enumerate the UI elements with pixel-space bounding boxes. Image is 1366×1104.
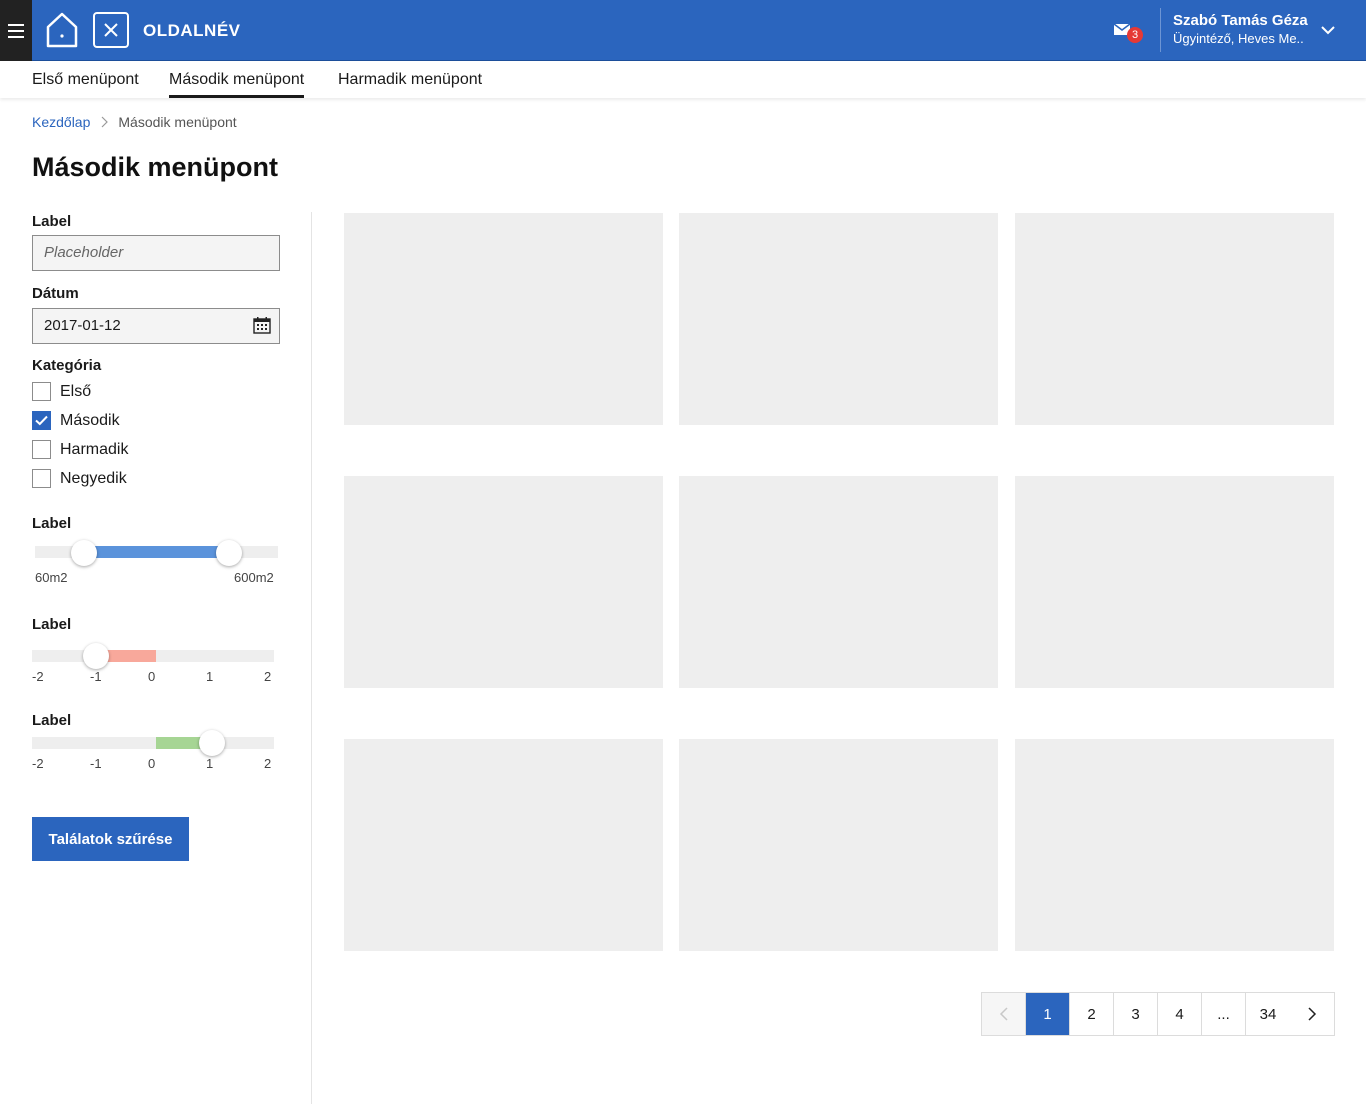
nav-item-first[interactable]: Első menüpont (32, 71, 139, 95)
text-input[interactable]: Placeholder (32, 235, 280, 271)
breadcrumb-current: Második menüpont (118, 114, 237, 130)
positive-slider-tick-label: 2 (264, 756, 272, 771)
category-option[interactable]: Negyedik (32, 469, 127, 488)
pagination-page-button[interactable]: 3 (1114, 993, 1158, 1035)
negative-slider-label: Label (32, 616, 72, 633)
pagination-page-button[interactable]: 1 (1026, 993, 1070, 1035)
range-slider-min-handle[interactable] (70, 540, 97, 566)
category-option[interactable]: Második (32, 411, 120, 430)
category-option[interactable]: Harmadik (32, 440, 128, 459)
header-divider (1160, 8, 1161, 52)
checkbox[interactable] (32, 440, 51, 459)
pagination-page-button[interactable]: 4 (1158, 993, 1202, 1035)
text-field-label: Label (32, 213, 72, 230)
negative-slider-tick-label: -2 (32, 669, 44, 684)
positive-slider-tick-label: -2 (32, 756, 44, 771)
result-card[interactable] (1015, 739, 1334, 951)
nav-item-third[interactable]: Harmadik menüpont (338, 71, 482, 95)
result-card[interactable] (1015, 213, 1334, 425)
breadcrumb: Kezdőlap Második menüpont (32, 114, 237, 130)
chevron-right-icon (101, 116, 109, 128)
result-card[interactable] (1015, 476, 1334, 688)
page-name: OLDALNÉV (143, 21, 241, 40)
user-menu[interactable]: Szabó Tamás Géza Ügyintéző, Heves Me.. (1173, 12, 1308, 46)
positive-slider-label: Label (32, 712, 72, 729)
category-option-label: Harmadik (60, 440, 129, 458)
result-card[interactable] (679, 739, 998, 951)
chevron-right-icon (1308, 1007, 1317, 1021)
checkbox[interactable] (32, 411, 51, 430)
filter-results-button[interactable]: Találatok szűrése (32, 817, 189, 861)
user-name: Szabó Tamás Géza (1173, 12, 1308, 29)
positive-slider-tick-label: -1 (90, 756, 102, 771)
checkbox[interactable] (32, 382, 51, 401)
checkbox[interactable] (32, 469, 51, 488)
calendar-icon[interactable] (253, 317, 271, 334)
positive-slider-handle[interactable] (199, 730, 225, 756)
page-title: Második menüpont (32, 152, 279, 182)
result-card[interactable] (344, 213, 663, 425)
range-slider-max-handle[interactable] (216, 540, 243, 566)
pagination-ellipsis: ... (1202, 993, 1246, 1035)
positive-slider-tick-label: 0 (148, 756, 156, 771)
user-role: Ügyintéző, Heves Me.. (1173, 31, 1304, 46)
hamburger-menu-icon[interactable] (0, 0, 32, 61)
pagination-page-button[interactable]: 2 (1070, 993, 1114, 1035)
date-input[interactable]: 2017-01-12 (32, 308, 280, 344)
pagination-next-button[interactable] (1290, 993, 1334, 1035)
checkmark-icon (35, 415, 48, 426)
close-icon (104, 23, 118, 37)
range-slider-label: Label (32, 515, 72, 532)
nav-item-second[interactable]: Második menüpont (169, 71, 305, 98)
chevron-down-icon[interactable] (1320, 24, 1336, 36)
negative-slider-tick-label: 2 (264, 669, 272, 684)
result-card[interactable] (344, 739, 663, 951)
negative-slider-tick-label: -1 (90, 669, 102, 684)
result-card[interactable] (679, 476, 998, 688)
positive-slider-tick-label: 1 (206, 756, 214, 771)
range-slider-max-label: 600m2 (234, 570, 274, 585)
chevron-left-icon (999, 1007, 1008, 1021)
category-label: Kategória (32, 357, 102, 374)
result-card[interactable] (344, 476, 663, 688)
negative-slider-tick-label: 0 (148, 669, 156, 684)
positive-slider-track[interactable] (32, 737, 274, 749)
category-option-label: Első (60, 382, 92, 400)
range-slider-fill (83, 546, 230, 558)
category-option-label: Negyedik (60, 469, 127, 487)
mail-count-badge: 3 (1127, 27, 1143, 43)
range-slider-min-label: 60m2 (35, 570, 68, 585)
top-bar: OLDALNÉV 3 Szabó Tamás Géza Ügyintéző, H… (0, 0, 1366, 61)
home-icon[interactable] (44, 10, 80, 50)
close-button[interactable] (93, 12, 129, 48)
breadcrumb-home-link[interactable]: Kezdőlap (32, 114, 90, 130)
sidebar-divider (311, 212, 312, 1104)
category-option[interactable]: Első (32, 382, 91, 401)
pagination-page-button[interactable]: 34 (1246, 993, 1290, 1035)
pagination-prev-button[interactable] (982, 993, 1026, 1035)
date-field-label: Dátum (32, 285, 79, 302)
negative-slider-handle[interactable] (83, 643, 109, 669)
category-option-label: Második (60, 411, 120, 429)
negative-slider-tick-label: 1 (206, 669, 214, 684)
result-card[interactable] (679, 213, 998, 425)
pagination: 1 2 3 4... 34 (981, 992, 1335, 1036)
main-nav: Első menüpont Második menüpont Harmadik … (0, 61, 1366, 98)
